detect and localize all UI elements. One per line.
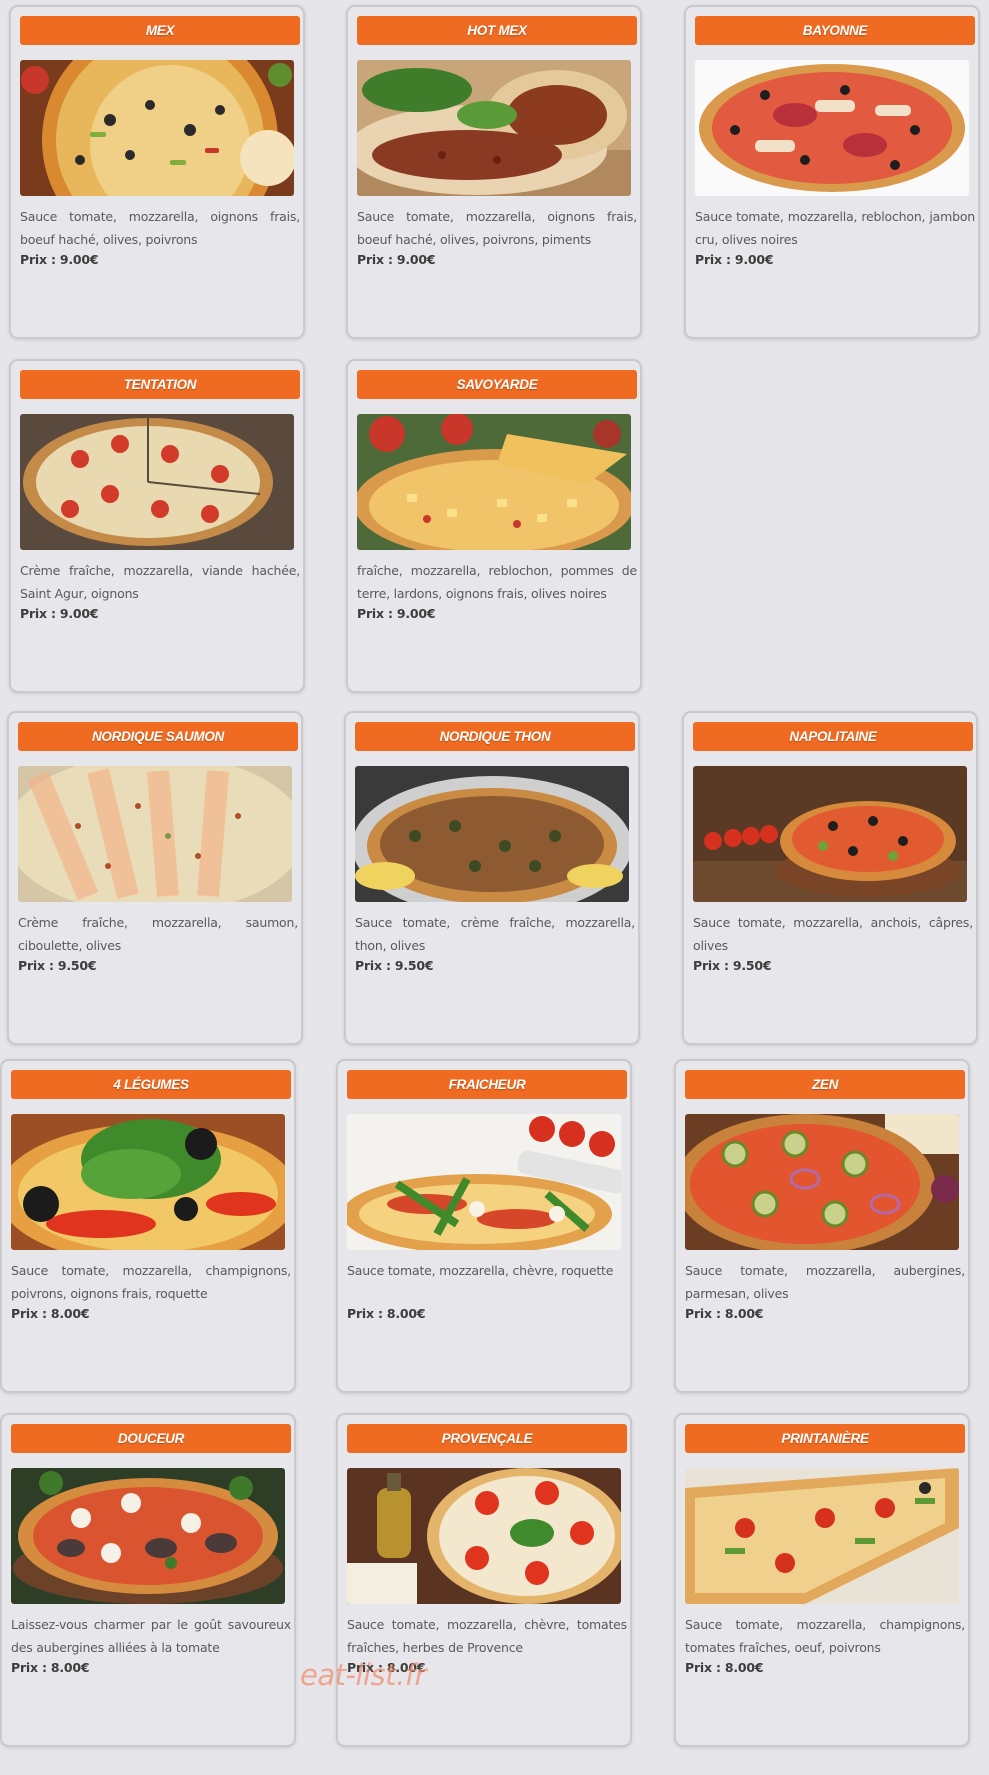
pizza-description: Sauce tomate, mozzarella, chèvre, tomate… bbox=[347, 1617, 627, 1655]
pizza-price: Prix :8.00€ bbox=[11, 1660, 90, 1675]
pizza-name: 4 LÉGUMES bbox=[11, 1070, 291, 1099]
pizza-photo bbox=[357, 60, 631, 196]
pizza-name: FRAICHEUR bbox=[347, 1070, 627, 1099]
pizza-photo bbox=[685, 1468, 959, 1604]
pizza-name: BAYONNE bbox=[695, 16, 975, 45]
pizza-card: 4 LÉGUMES Sauce tomate, mozzarella, cham… bbox=[0, 1059, 296, 1393]
pizza-price: Prix :9.50€ bbox=[355, 958, 434, 973]
pizza-description: Laissez-vous charmer par le goût savoure… bbox=[11, 1617, 291, 1655]
pizza-price: Prix :9.50€ bbox=[693, 958, 772, 973]
pizza-name: NORDIQUE SAUMON bbox=[18, 722, 298, 751]
pizza-name: ZEN bbox=[685, 1070, 965, 1099]
pizza-photo bbox=[355, 766, 629, 902]
pizza-photo bbox=[20, 414, 294, 550]
price-label: Prix : bbox=[20, 606, 56, 621]
pizza-photo bbox=[11, 1114, 285, 1250]
pizza-description: Sauce tomate, mozzarella, champignons, p… bbox=[11, 1263, 291, 1301]
pizza-card: NAPOLITAINE Sauce tomate, mozzarella, an… bbox=[682, 711, 978, 1045]
pizza-description: Sauce tomate, crème fraîche, mozzarella,… bbox=[355, 915, 635, 953]
price-value: 9.00€ bbox=[59, 252, 99, 267]
price-label: Prix : bbox=[18, 958, 54, 973]
pizza-card: ZEN Sauce tomate, mozzarella, aubergines… bbox=[674, 1059, 970, 1393]
price-value: 9.00€ bbox=[396, 606, 436, 621]
price-label: Prix : bbox=[685, 1306, 721, 1321]
pizza-name: NAPOLITAINE bbox=[693, 722, 973, 751]
pizza-card: PRINTANIÈRE Sauce tomate, mozzarella, ch… bbox=[674, 1413, 970, 1747]
pizza-price: Prix :8.00€ bbox=[11, 1306, 90, 1321]
price-label: Prix : bbox=[347, 1306, 383, 1321]
pizza-description: Crème fraîche, mozzarella, saumon, cibou… bbox=[18, 915, 298, 953]
price-label: Prix : bbox=[11, 1306, 47, 1321]
price-value: 8.00€ bbox=[50, 1660, 90, 1675]
pizza-photo bbox=[685, 1114, 959, 1250]
price-value: 9.50€ bbox=[732, 958, 772, 973]
price-value: 9.00€ bbox=[396, 252, 436, 267]
pizza-card: TENTATION Crème fraîche, mozzarella, via… bbox=[9, 359, 305, 693]
price-value: 8.00€ bbox=[724, 1660, 764, 1675]
price-value: 8.00€ bbox=[50, 1306, 90, 1321]
price-label: Prix : bbox=[695, 252, 731, 267]
price-label: Prix : bbox=[357, 252, 393, 267]
pizza-name: PROVENÇALE bbox=[347, 1424, 627, 1453]
pizza-card: SAVOYARDE fraîche, mozzarella, reblochon… bbox=[346, 359, 642, 693]
pizza-description: Sauce tomate, mozzarella, champignons, t… bbox=[685, 1617, 965, 1655]
pizza-photo bbox=[347, 1468, 621, 1604]
pizza-name: HOT MEX bbox=[357, 16, 637, 45]
pizza-description: Sauce tomate, mozzarella, chèvre, roquet… bbox=[347, 1263, 614, 1278]
pizza-card: FRAICHEUR Sauce tomate, mozzarella, chèv… bbox=[336, 1059, 632, 1393]
pizza-description: Crème fraîche, mozzarella, viande hachée… bbox=[20, 563, 300, 601]
pizza-name: PRINTANIÈRE bbox=[685, 1424, 965, 1453]
pizza-card: HOT MEX Sauce tomate, mozzarella, oignon… bbox=[346, 5, 642, 339]
price-label: Prix : bbox=[685, 1660, 721, 1675]
pizza-card: PROVENÇALE Sauce tomate, mozzarella, chè… bbox=[336, 1413, 632, 1747]
pizza-photo bbox=[357, 414, 631, 550]
pizza-name: SAVOYARDE bbox=[357, 370, 637, 399]
price-value: 9.50€ bbox=[394, 958, 434, 973]
pizza-photo bbox=[347, 1114, 621, 1250]
pizza-description: Sauce tomate, mozzarella, aubergines, pa… bbox=[685, 1263, 965, 1301]
price-value: 9.50€ bbox=[57, 958, 97, 973]
pizza-name: TENTATION bbox=[20, 370, 300, 399]
pizza-card: DOUCEUR Laissez-vous charmer par le goût… bbox=[0, 1413, 296, 1747]
pizza-price: Prix :8.00€ bbox=[685, 1306, 764, 1321]
pizza-price: Prix :9.00€ bbox=[695, 252, 774, 267]
pizza-name: DOUCEUR bbox=[11, 1424, 291, 1453]
price-value: 9.00€ bbox=[59, 606, 99, 621]
price-label: Prix : bbox=[20, 252, 56, 267]
pizza-price: Prix :9.50€ bbox=[18, 958, 97, 973]
pizza-price: Prix :9.00€ bbox=[20, 606, 99, 621]
pizza-description: Sauce tomate, mozzarella, oignons frais,… bbox=[20, 209, 300, 247]
pizza-price: Prix :9.00€ bbox=[357, 252, 436, 267]
pizza-photo bbox=[11, 1468, 285, 1604]
pizza-photo bbox=[18, 766, 292, 902]
pizza-photo bbox=[695, 60, 969, 196]
pizza-description: Sauce tomate, mozzarella, oignons frais,… bbox=[357, 209, 637, 247]
pizza-card: MEX Sauce tomate, mozzarella, oignons fr… bbox=[9, 5, 305, 339]
pizza-price: Prix :8.00€ bbox=[347, 1306, 426, 1321]
price-label: Prix : bbox=[693, 958, 729, 973]
pizza-name: NORDIQUE THON bbox=[355, 722, 635, 751]
pizza-card: NORDIQUE SAUMON Crème fraîche, mozzarell… bbox=[7, 711, 303, 1045]
pizza-description: Sauce tomate, mozzarella, reblochon, jam… bbox=[695, 209, 975, 247]
pizza-card: BAYONNE Sauce tomate, mozzarella, rebloc… bbox=[684, 5, 980, 339]
price-label: Prix : bbox=[357, 606, 393, 621]
price-value: 8.00€ bbox=[724, 1306, 764, 1321]
price-value: 8.00€ bbox=[386, 1306, 426, 1321]
pizza-photo bbox=[693, 766, 967, 902]
pizza-description: fraîche, mozzarella, reblochon, pommes d… bbox=[357, 563, 637, 601]
price-label: Prix : bbox=[355, 958, 391, 973]
watermark: eat-list.fr bbox=[300, 1658, 426, 1692]
pizza-description: Sauce tomate, mozzarella, anchois, câpre… bbox=[693, 915, 973, 953]
price-label: Prix : bbox=[11, 1660, 47, 1675]
pizza-name: MEX bbox=[20, 16, 300, 45]
pizza-card: NORDIQUE THON Sauce tomate, crème fraîch… bbox=[344, 711, 640, 1045]
pizza-photo bbox=[20, 60, 294, 196]
pizza-price: Prix :8.00€ bbox=[685, 1660, 764, 1675]
pizza-price: Prix :9.00€ bbox=[357, 606, 436, 621]
price-value: 9.00€ bbox=[734, 252, 774, 267]
pizza-price: Prix :9.00€ bbox=[20, 252, 99, 267]
